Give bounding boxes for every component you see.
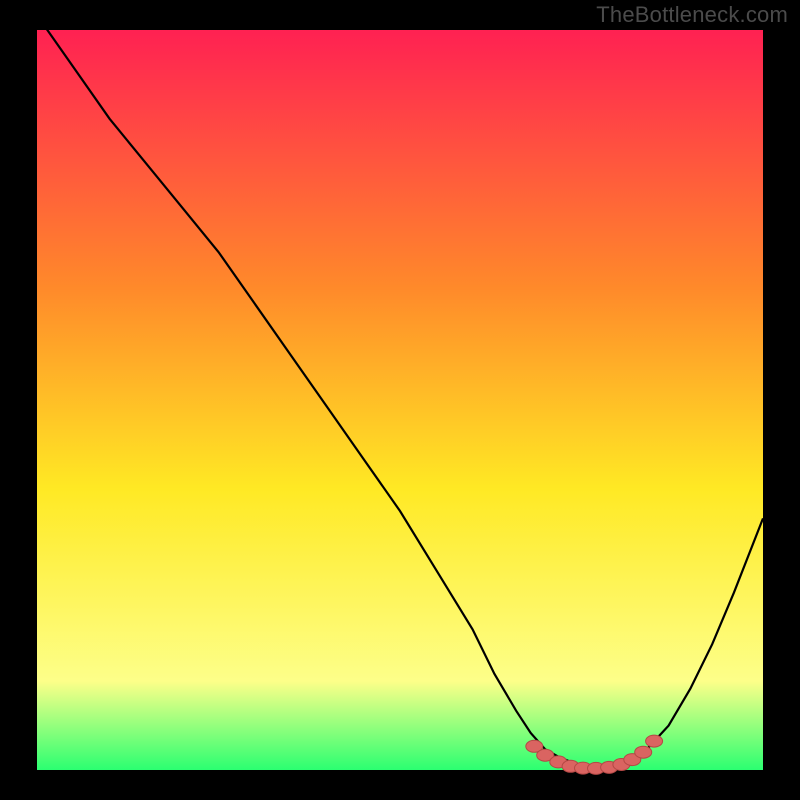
- bottleneck-chart: [0, 0, 800, 800]
- plot-gradient-bg: [37, 30, 763, 770]
- chart-frame: { "attribution": "TheBottleneck.com", "c…: [0, 0, 800, 800]
- marker-dot: [635, 746, 652, 758]
- marker-dot: [646, 735, 663, 747]
